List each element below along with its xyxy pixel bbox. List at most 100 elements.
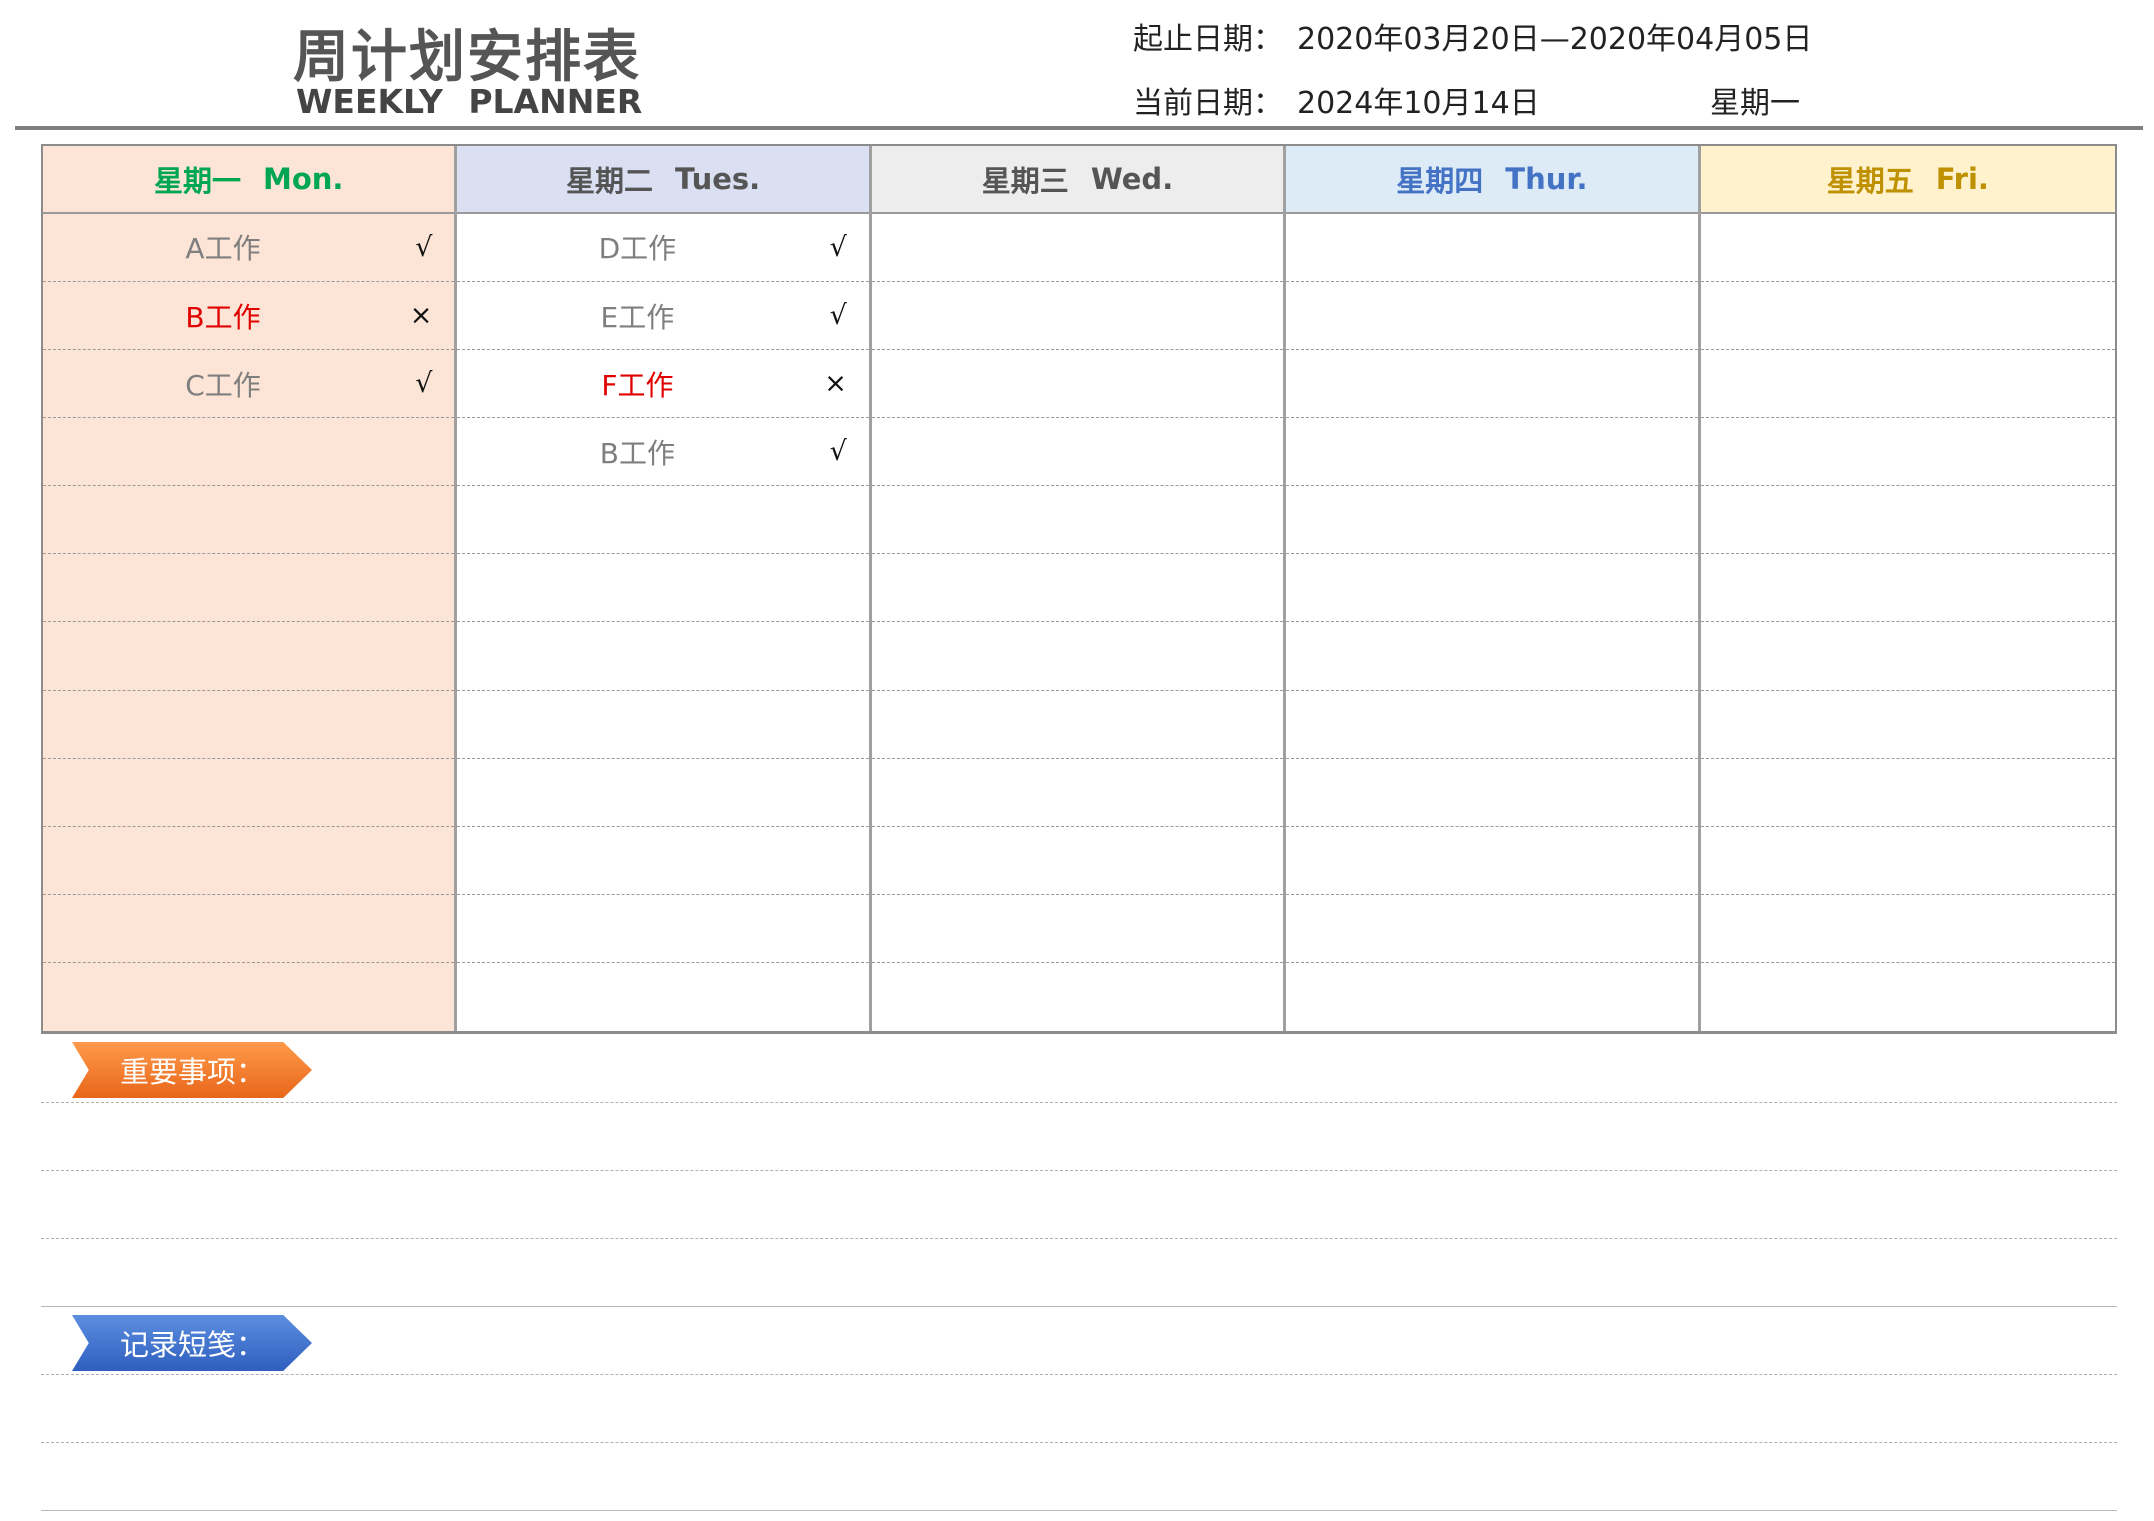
task-row[interactable] (1286, 827, 1698, 895)
task-row[interactable] (1700, 214, 2116, 282)
task-row[interactable]: D工作 √ (457, 214, 869, 282)
task-row[interactable] (1286, 350, 1698, 419)
task-row[interactable]: F工作 × (457, 350, 869, 419)
task-row[interactable] (871, 214, 1284, 282)
task-row[interactable] (457, 486, 869, 555)
day-header-zh: 星期三 (981, 163, 1069, 198)
task-row[interactable] (43, 622, 455, 691)
current-date-label: 当前日期： (1133, 86, 1283, 121)
task-text: D工作 (598, 232, 677, 266)
task-row[interactable] (871, 282, 1284, 351)
task-row[interactable] (1700, 350, 2116, 419)
date-range-label: 起止日期： (1133, 22, 1283, 57)
task-row[interactable] (43, 895, 455, 963)
task-row[interactable] (457, 691, 869, 759)
day-header-en: Fri. (1935, 161, 1989, 196)
task-row[interactable] (872, 963, 1283, 1031)
day-column: 星期一 Mon. A工作 √ B工作 × C工作 √ (43, 146, 458, 1031)
important-line[interactable] (41, 1170, 2117, 1171)
week-grid: 星期一 Mon. A工作 √ B工作 × C工作 √ 星期二 Tues. D工作 √ E工作 √ F工作 × B… (41, 144, 2117, 1034)
task-row[interactable] (1701, 963, 2115, 1031)
task-row[interactable] (457, 554, 869, 623)
task-row[interactable] (1700, 622, 2116, 691)
page-subtitle: WEEKLY PLANNER (296, 82, 643, 121)
task-row[interactable] (871, 418, 1284, 487)
task-row[interactable] (1286, 963, 1697, 1031)
task-row[interactable] (1286, 282, 1698, 351)
task-row[interactable] (43, 963, 454, 1031)
task-row[interactable] (1700, 282, 2116, 351)
day-header-zh: 星期一 (153, 163, 241, 198)
task-row[interactable] (1700, 486, 2116, 555)
task-row[interactable] (43, 486, 455, 555)
task-row[interactable] (1286, 622, 1698, 691)
notes-line[interactable] (41, 1374, 2117, 1375)
task-text: F工作 (601, 368, 674, 402)
task-row[interactable] (43, 554, 455, 623)
task-row[interactable] (1700, 827, 2116, 895)
day-header-zh: 星期四 (1396, 163, 1484, 198)
task-row[interactable] (457, 622, 869, 691)
important-section-label: 重要事项： (72, 1042, 312, 1098)
task-row[interactable] (1286, 691, 1698, 759)
important-line[interactable] (41, 1238, 2117, 1239)
task-row[interactable] (871, 622, 1284, 691)
task-row[interactable]: E工作 √ (457, 282, 869, 351)
section-divider (41, 1306, 2117, 1307)
day-header-zh: 星期二 (566, 163, 654, 198)
task-row[interactable] (1700, 418, 2116, 487)
task-row[interactable] (1700, 554, 2116, 623)
task-text: B工作 (185, 300, 261, 334)
day-column: 星期五 Fri. (1700, 146, 2116, 1031)
day-column: 星期三 Wed. (871, 146, 1287, 1031)
date-range: 起止日期： 2020年03月20日—2020年04月05日 (1133, 14, 1812, 58)
day-header: 星期四 Thur. (1286, 146, 1698, 214)
task-row[interactable] (871, 691, 1284, 759)
task-row[interactable]: C工作 √ (43, 350, 455, 419)
task-row[interactable] (1286, 895, 1698, 963)
task-row[interactable] (43, 691, 455, 759)
check-mark-icon: √ (415, 368, 433, 400)
date-range-value: 2020年03月20日—2020年04月05日 (1297, 22, 1813, 57)
notes-section-label: 记录短笺： (72, 1315, 312, 1371)
notes-line[interactable] (41, 1442, 2117, 1443)
task-row[interactable] (43, 827, 455, 895)
task-row[interactable] (1700, 759, 2116, 827)
day-header-en: Thur. (1505, 161, 1588, 196)
day-column: 星期四 Thur. (1286, 146, 1701, 1031)
check-mark-icon: √ (829, 436, 847, 468)
task-row[interactable] (457, 827, 869, 895)
task-text: C工作 (185, 368, 261, 402)
page-title: 周计划安排表 (293, 25, 641, 90)
task-row[interactable]: B工作 √ (457, 418, 869, 487)
important-line[interactable] (41, 1102, 2117, 1103)
task-row[interactable] (1286, 486, 1698, 555)
task-text: E工作 (600, 300, 675, 334)
day-header: 星期五 Fri. (1700, 146, 2116, 214)
task-row[interactable] (1700, 895, 2116, 963)
cross-mark-icon: × (409, 300, 433, 332)
task-row[interactable] (871, 895, 1284, 963)
check-mark-icon: √ (829, 300, 847, 332)
task-row[interactable] (1286, 554, 1698, 623)
task-row[interactable] (871, 759, 1284, 827)
task-row[interactable]: A工作 √ (43, 214, 455, 282)
task-row[interactable] (457, 759, 869, 827)
task-row[interactable] (457, 895, 869, 963)
task-row[interactable] (457, 963, 868, 1031)
notes-line[interactable] (41, 1510, 2117, 1511)
task-row[interactable] (1286, 759, 1698, 827)
task-text: B工作 (599, 436, 676, 470)
day-header: 星期二 Tues. (457, 146, 869, 214)
task-row[interactable] (43, 759, 455, 827)
task-row[interactable] (871, 554, 1284, 623)
task-row[interactable] (1286, 418, 1698, 487)
day-header: 星期三 Wed. (871, 146, 1284, 214)
task-row[interactable] (43, 418, 455, 487)
task-row[interactable] (871, 827, 1284, 895)
task-row[interactable] (1700, 691, 2116, 759)
task-row[interactable] (1286, 214, 1698, 282)
task-row[interactable] (871, 350, 1284, 419)
task-row[interactable]: B工作 × (43, 282, 455, 351)
task-row[interactable] (871, 486, 1284, 555)
